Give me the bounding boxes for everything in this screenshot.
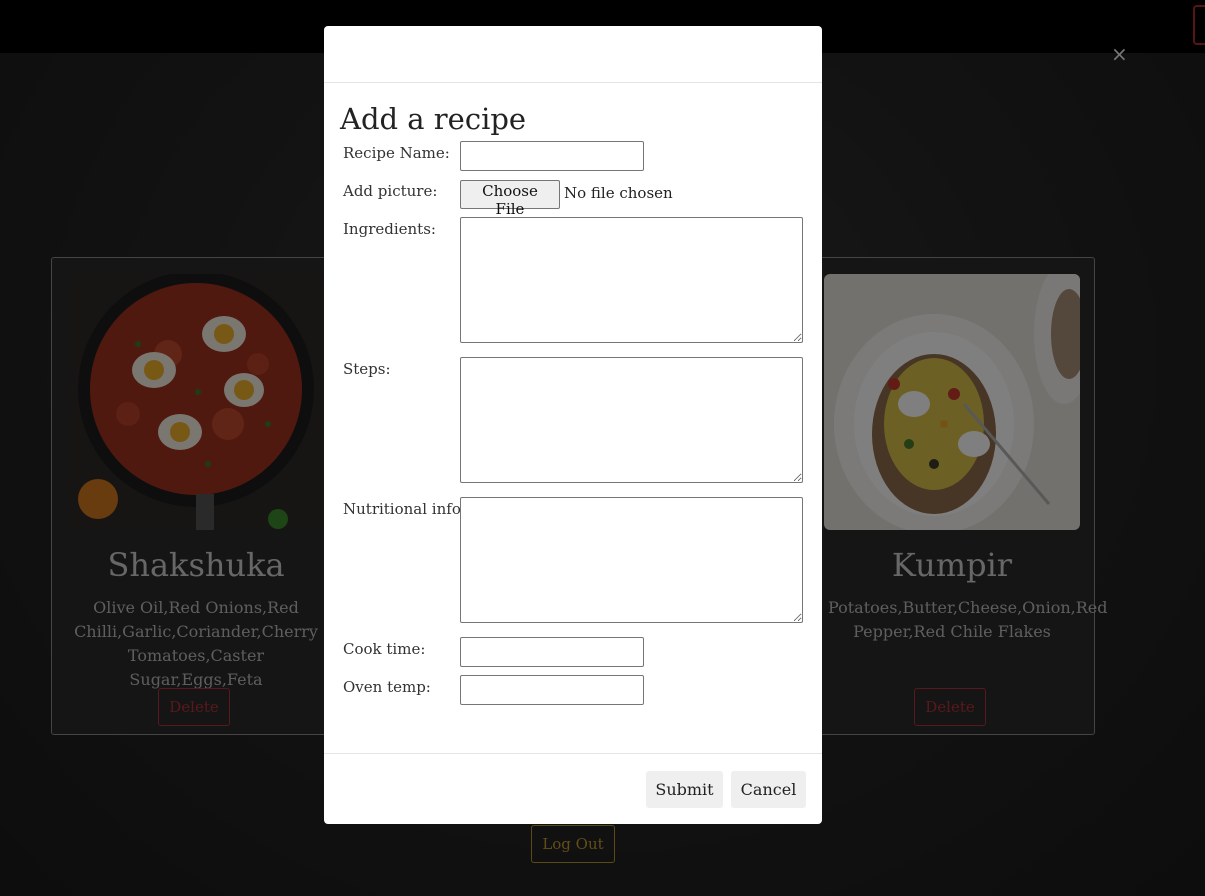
nutrition-textarea[interactable] (460, 497, 803, 623)
nutrition-label: Nutritional info: (343, 500, 466, 518)
recipe-name-label: Recipe Name: (343, 144, 450, 162)
oven-temp-label: Oven temp: (343, 678, 431, 696)
add-picture-label: Add picture: (343, 182, 438, 200)
choose-file-button[interactable]: Choose File (460, 180, 560, 218)
ingredients-textarea[interactable] (460, 217, 803, 343)
cook-time-input[interactable] (460, 637, 644, 667)
modal-footer-divider (324, 753, 822, 754)
oven-temp-input[interactable] (460, 675, 644, 705)
submit-button[interactable]: Submit (646, 771, 723, 808)
modal-title: Add a recipe (340, 102, 527, 136)
steps-label: Steps: (343, 360, 391, 378)
file-status: No file chosen (564, 184, 673, 202)
ingredients-label: Ingredients: (343, 220, 436, 238)
modal-header-divider (324, 82, 822, 83)
cook-time-label: Cook time: (343, 640, 426, 658)
cancel-button[interactable]: Cancel (731, 771, 806, 808)
steps-textarea[interactable] (460, 357, 803, 483)
recipe-name-input[interactable] (460, 141, 644, 171)
add-recipe-modal: × Add a recipe Recipe Name: Add picture:… (324, 26, 1128, 824)
